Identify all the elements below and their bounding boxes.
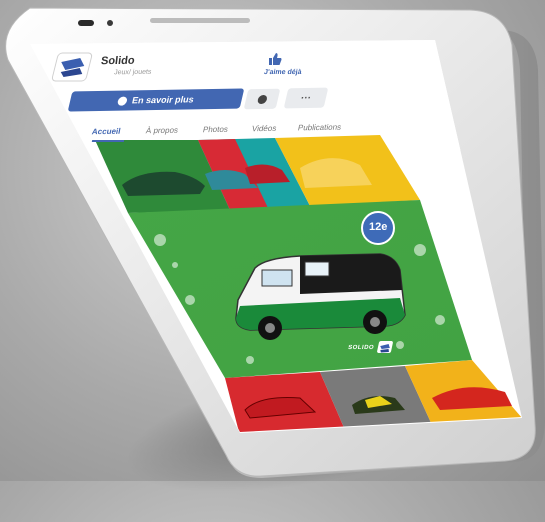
- tab-about[interactable]: À propos: [145, 126, 179, 136]
- brand-mark: SOLIDO: [347, 345, 375, 351]
- tab-posts[interactable]: Publications: [297, 123, 342, 133]
- tab-home-underline: [91, 140, 125, 142]
- tab-photos[interactable]: Photos: [202, 125, 229, 134]
- page-subtitle: Jeux/ jouets: [113, 68, 152, 77]
- page-title: Solido: [100, 54, 136, 68]
- tab-home[interactable]: Accueil: [91, 127, 121, 137]
- learn-more-button[interactable]: En savoir plus: [67, 88, 245, 112]
- like-label[interactable]: J'aime déjà: [264, 69, 302, 76]
- more-button[interactable]: ···: [283, 87, 329, 109]
- learn-more-label: En savoir plus: [131, 94, 195, 106]
- message-button[interactable]: [243, 88, 281, 110]
- messenger-icon: [117, 95, 129, 106]
- thumbs-up-icon[interactable]: [268, 52, 282, 66]
- solido-logo-icon[interactable]: [50, 52, 93, 82]
- solido-small-logo-icon: [376, 341, 394, 353]
- tab-videos[interactable]: Vidéos: [251, 124, 277, 133]
- badge-number: 12e: [369, 221, 388, 233]
